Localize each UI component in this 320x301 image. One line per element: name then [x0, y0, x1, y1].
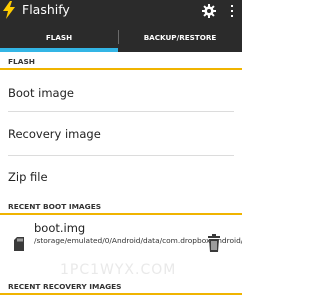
settings-button[interactable]: [198, 0, 220, 22]
boot-image-name: boot.img: [34, 221, 86, 235]
gear-icon: [202, 4, 216, 18]
zip-file-option[interactable]: Zip file: [8, 170, 234, 184]
selected-tab-indicator: [0, 48, 118, 52]
recent-recovery-header: RECENT RECOVERY IMAGES: [8, 282, 122, 291]
action-bar: Flashify: [0, 0, 242, 22]
boot-image-option[interactable]: Boot image: [8, 86, 234, 100]
flash-app-icon[interactable]: [3, 1, 15, 19]
boot-image-path: /storage/emulated/0/Android/data/com.dro…: [34, 236, 242, 245]
list-divider: [8, 155, 234, 156]
section-rule: [0, 293, 242, 295]
delete-button[interactable]: [207, 234, 221, 252]
sd-card-icon: [14, 236, 24, 251]
flashify-screen: Flashify FLASH BACKUP/RESTORE FLASH Boot…: [0, 0, 242, 301]
trash-icon: [208, 234, 220, 252]
list-divider: [8, 111, 234, 112]
app-title: Flashify: [22, 2, 70, 17]
flash-section-header: FLASH: [8, 57, 35, 66]
tab-backup-restore[interactable]: BACKUP/RESTORE: [118, 22, 242, 52]
recovery-image-option[interactable]: Recovery image: [8, 127, 234, 141]
overflow-menu-button[interactable]: [224, 0, 240, 22]
section-rule: [0, 68, 242, 70]
section-rule: [0, 213, 242, 215]
overflow-menu-icon: [231, 5, 233, 17]
recent-boot-header: RECENT BOOT IMAGES: [8, 202, 102, 211]
watermark: 1PC1WYX.COM: [60, 262, 177, 278]
